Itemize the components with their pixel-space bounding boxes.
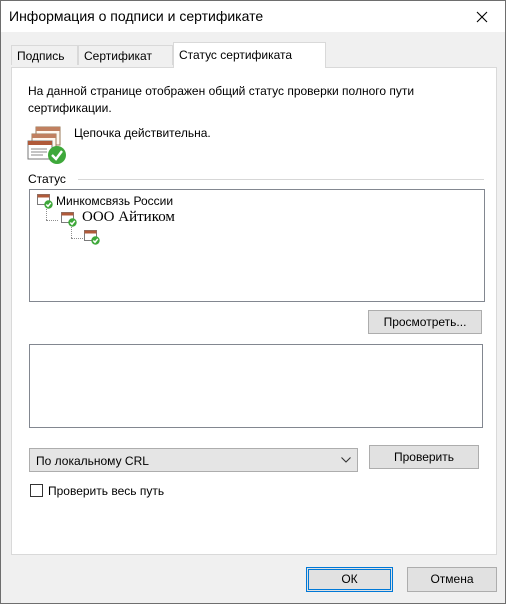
tree-connector bbox=[46, 220, 58, 221]
view-certificate-button-label: Просмотреть... bbox=[383, 315, 467, 329]
ok-button[interactable]: ОК bbox=[306, 567, 393, 592]
tab-bar: Подпись Сертификат Статус сертификата bbox=[11, 42, 497, 68]
tree-connector bbox=[46, 209, 47, 220]
title-bar[interactable]: Информация о подписи и сертификате bbox=[1, 1, 505, 32]
check-full-path-checkbox[interactable] bbox=[30, 484, 43, 497]
view-certificate-button[interactable]: Просмотреть... bbox=[368, 310, 482, 334]
status-description: На данной странице отображен общий стату… bbox=[28, 84, 415, 115]
close-button[interactable] bbox=[459, 1, 505, 32]
cert-valid-icon bbox=[61, 212, 77, 227]
verify-button-label: Проверить bbox=[393, 450, 454, 464]
certification-path-tree[interactable]: Минкомсвязь России ООО Айтиком bbox=[29, 189, 485, 302]
status-group-label: Статус bbox=[28, 172, 66, 186]
tree-item-label: Минкомсвязь России bbox=[56, 194, 174, 208]
cert-valid-icon bbox=[84, 230, 100, 245]
tab-certificate-status[interactable]: Статус сертификата bbox=[173, 42, 326, 68]
chevron-down-icon bbox=[341, 457, 351, 463]
ok-button-label: ОК bbox=[341, 572, 358, 586]
tree-connector bbox=[71, 238, 83, 239]
tab-certificate-status-label: Статус сертификата bbox=[179, 48, 293, 62]
verify-button[interactable]: Проверить bbox=[369, 445, 479, 469]
certificate-chain-icon bbox=[27, 126, 66, 164]
chain-valid-text: Цепочка действительна. bbox=[74, 126, 211, 140]
tab-signature-label: Подпись bbox=[17, 49, 65, 63]
crl-mode-value: По локальному CRL bbox=[36, 454, 149, 468]
tab-panel: На данной странице отображен общий стату… bbox=[11, 67, 497, 555]
tree-item-label: ООО Айтиком bbox=[82, 209, 175, 225]
cert-valid-icon bbox=[37, 194, 53, 209]
tab-signature[interactable]: Подпись bbox=[11, 45, 78, 65]
close-icon bbox=[476, 11, 488, 22]
window-title: Информация о подписи и сертификате bbox=[9, 8, 264, 24]
status-group-divider bbox=[78, 179, 484, 180]
dialog-window: Информация о подписи и сертификате Подпи… bbox=[0, 0, 506, 604]
check-full-path-label[interactable]: Проверить весь путь bbox=[48, 484, 164, 498]
crl-mode-select[interactable]: По локальному CRL bbox=[29, 448, 358, 472]
cancel-button-label: Отмена bbox=[430, 572, 474, 586]
tab-certificate[interactable]: Сертификат bbox=[78, 45, 173, 65]
tree-connector bbox=[71, 227, 72, 238]
status-details-box[interactable] bbox=[29, 344, 483, 428]
tab-certificate-label: Сертификат bbox=[84, 49, 152, 63]
cancel-button[interactable]: Отмена bbox=[407, 567, 497, 592]
